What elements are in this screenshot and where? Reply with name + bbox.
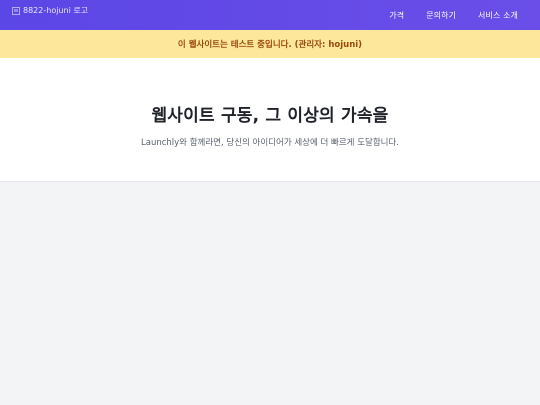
content-area <box>0 182 540 405</box>
main-nav: 가격 문의하기 서비스 소개 <box>389 10 518 21</box>
nav-contact-link[interactable]: 문의하기 <box>426 10 456 21</box>
hero-title: 웹사이트 구동, 그 이상의 가속을 <box>151 106 389 126</box>
test-notice-banner: 이 웹사이트는 테스트 중입니다. (관리자: hojuni) <box>0 30 540 58</box>
brand-logo-link[interactable]: 8822-hojuni 로고 <box>12 5 88 17</box>
logo-alt-text: 8822-hojuni 로고 <box>23 6 89 15</box>
hero-section: 웹사이트 구동, 그 이상의 가속을 Launchly와 함께라면, 당신의 아… <box>0 58 540 182</box>
nav-pricing-link[interactable]: 가격 <box>389 10 404 21</box>
nav-about-link[interactable]: 서비스 소개 <box>478 10 518 21</box>
broken-image-icon <box>12 7 20 15</box>
top-navbar: 8822-hojuni 로고 가격 문의하기 서비스 소개 <box>0 0 540 30</box>
hero-subtitle: Launchly와 함께라면, 당신의 아이디어가 세상에 더 빠르게 도달합니… <box>141 138 399 148</box>
notice-text: 이 웹사이트는 테스트 중입니다. (관리자: hojuni) <box>177 40 363 50</box>
